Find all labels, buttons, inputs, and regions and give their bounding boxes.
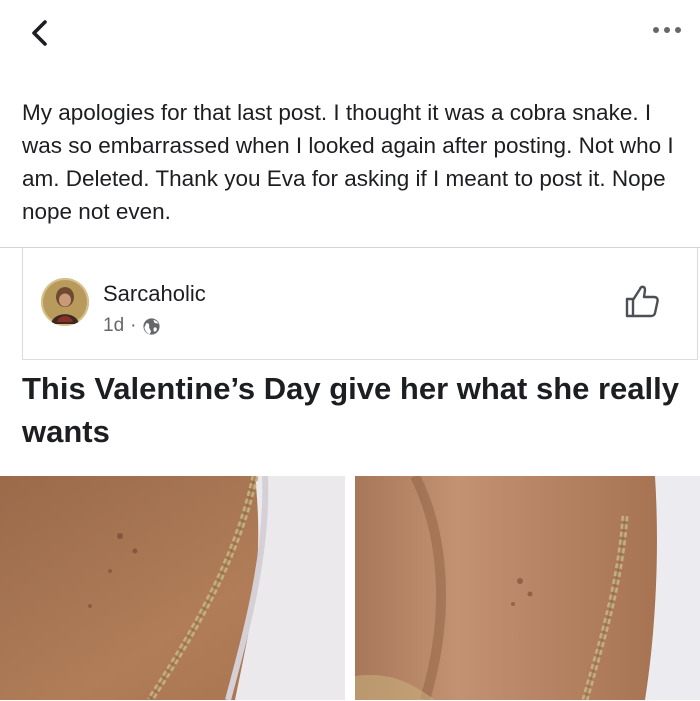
top-bar [0, 0, 700, 70]
shared-photos[interactable] [0, 476, 700, 700]
post-time[interactable]: 1d [103, 315, 124, 337]
shared-post-headline: This Valentine’s Day give her what she r… [22, 371, 680, 449]
thumbs-up-icon[interactable] [623, 282, 661, 320]
post-caption: My apologies for that last post. I thoug… [22, 100, 674, 224]
globe-icon[interactable] [142, 317, 161, 336]
shared-post-header: Sarcaholic 1d · [22, 248, 698, 360]
more-options-icon[interactable] [650, 18, 684, 42]
avatar[interactable] [41, 278, 89, 326]
photo-left[interactable] [0, 476, 345, 700]
back-chevron-icon[interactable] [26, 16, 56, 50]
shared-author-name[interactable]: Sarcaholic [103, 281, 206, 307]
shared-post-meta: 1d · [103, 315, 161, 337]
photo-right[interactable] [355, 476, 700, 700]
meta-separator: · [130, 315, 137, 336]
